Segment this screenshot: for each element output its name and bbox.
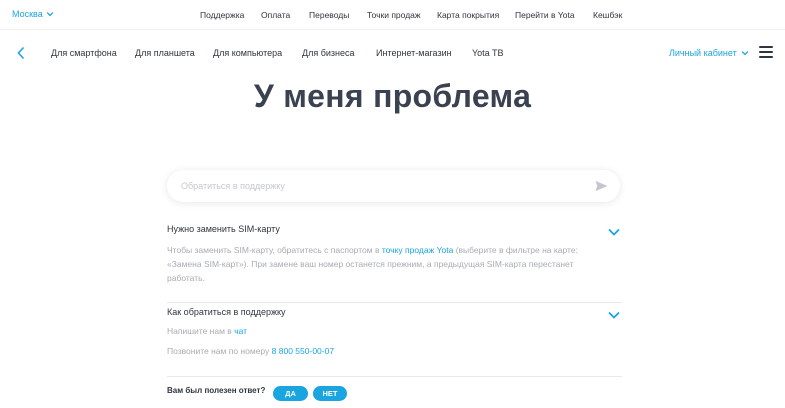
- top-link-payment[interactable]: Оплата: [261, 10, 290, 20]
- faq-question[interactable]: Нужно заменить SIM-карту: [167, 224, 280, 234]
- nav-link-tablet[interactable]: Для планшета: [135, 48, 195, 58]
- top-bar: Москва Поддержка Оплата Переводы Точки п…: [0, 0, 785, 30]
- phone-link[interactable]: 8 800 550-00-07: [272, 346, 334, 356]
- chevron-down-icon: [741, 51, 748, 56]
- chat-link[interactable]: чат: [234, 326, 247, 336]
- send-icon[interactable]: [595, 180, 608, 192]
- personal-account-link[interactable]: Личный кабинет: [669, 48, 749, 58]
- chat-prefix: Напишите нам в: [167, 326, 235, 336]
- city-selector[interactable]: Москва: [12, 9, 54, 19]
- points-of-sale-link[interactable]: точку продаж Yota: [382, 245, 454, 255]
- nav-link-yota-tv[interactable]: Yota TB: [472, 48, 504, 58]
- nav-link-smartphone[interactable]: Для смартфона: [51, 48, 117, 58]
- top-link-switch-to-yota[interactable]: Перейти в Yota: [515, 10, 575, 20]
- page-title: У меня проблема: [253, 78, 532, 114]
- feedback-no-button[interactable]: НЕТ: [313, 386, 347, 401]
- feedback-yes-button[interactable]: ДА: [273, 386, 308, 401]
- top-link-coverage-map[interactable]: Карта покрытия: [437, 10, 499, 20]
- top-link-cashback[interactable]: Кешбэк: [593, 10, 622, 20]
- divider: [167, 376, 622, 377]
- support-search: [167, 170, 620, 202]
- faq-question[interactable]: Как обратиться в поддержку: [167, 307, 286, 317]
- top-link-transfers[interactable]: Переводы: [309, 10, 349, 20]
- faq-answer-phone: Позвоните нам по номеру 8 800 550-00-07: [167, 344, 607, 358]
- nav-link-computer[interactable]: Для компьютера: [213, 48, 282, 58]
- chevron-down-icon: [46, 12, 53, 17]
- faq-answer: Чтобы заменить SIM-карту, обратитесь с п…: [167, 243, 607, 285]
- faq-answer-text: Чтобы заменить SIM-карту, обратитесь с п…: [167, 245, 382, 255]
- support-search-input[interactable]: [181, 170, 581, 202]
- faq-answer-chat: Напишите нам в чат: [167, 324, 607, 338]
- personal-account-label: Личный кабинет: [669, 48, 737, 58]
- top-link-support[interactable]: Поддержка: [200, 10, 244, 20]
- feedback-question: Вам был полезен ответ?: [167, 386, 266, 395]
- nav-link-business[interactable]: Для бизнеса: [302, 48, 355, 58]
- hamburger-icon[interactable]: [759, 46, 773, 58]
- city-label: Москва: [12, 9, 43, 19]
- chevron-down-icon[interactable]: [608, 228, 620, 236]
- chevron-down-icon[interactable]: [608, 311, 620, 319]
- main-nav: Для смартфона Для планшета Для компьютер…: [0, 40, 785, 66]
- chevron-left-icon[interactable]: [16, 46, 26, 60]
- phone-prefix: Позвоните нам по номеру: [167, 346, 272, 356]
- top-link-points-of-sale[interactable]: Точки продаж: [367, 10, 421, 20]
- nav-link-online-store[interactable]: Интернет-магазин: [376, 48, 452, 58]
- divider: [167, 302, 622, 303]
